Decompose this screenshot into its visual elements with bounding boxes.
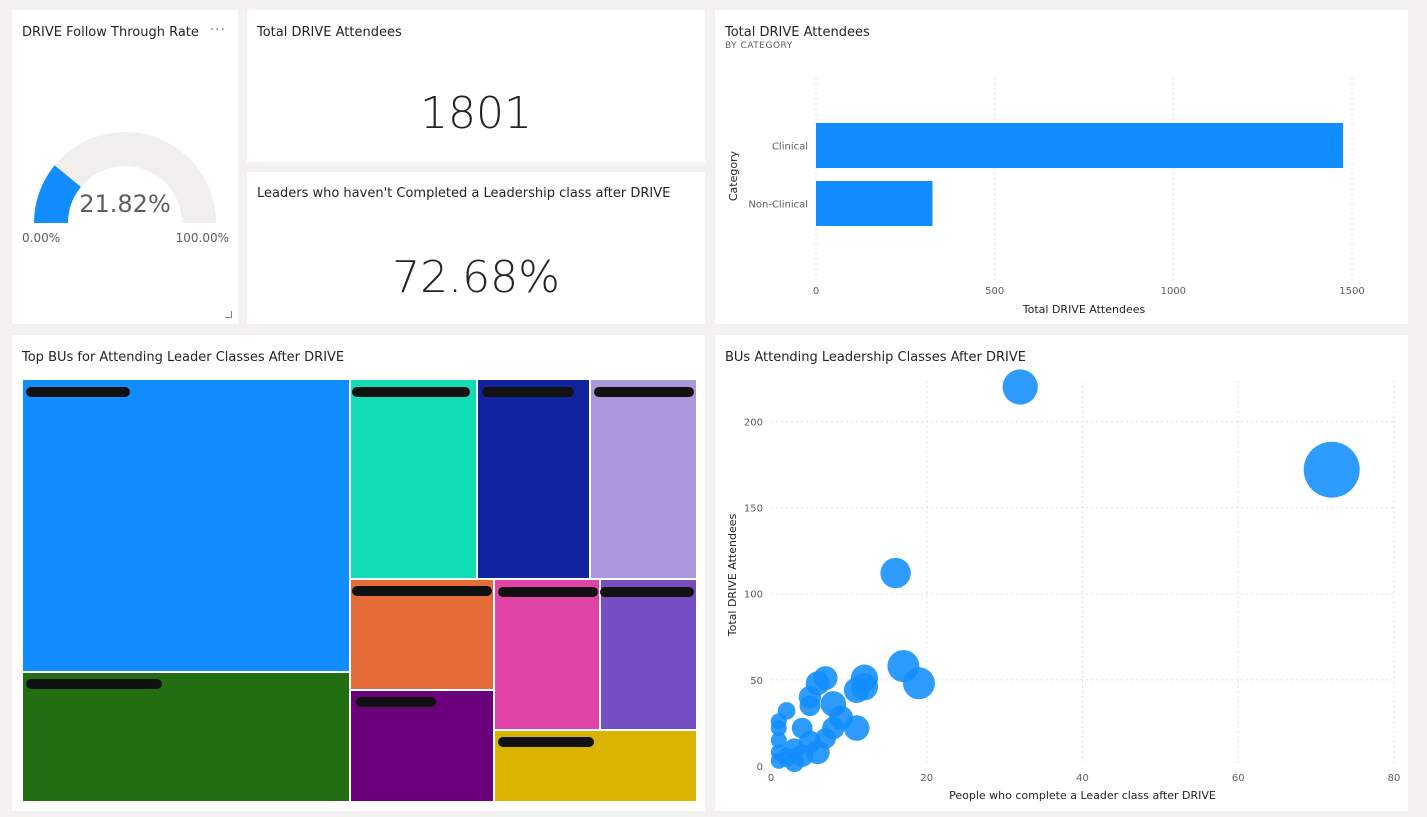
treemap-cell[interactable] xyxy=(22,672,350,802)
redaction-mark xyxy=(26,387,130,397)
treemap-card: Top BUs for Attending Leader Classes Aft… xyxy=(12,335,705,811)
scatter-y-axis-title: Total DRIVE Attendees xyxy=(726,514,739,638)
bar[interactable] xyxy=(816,123,1344,168)
bar-x-tick-label: 1000 xyxy=(1161,286,1186,297)
scatter-x-tick-label: 80 xyxy=(1388,773,1401,784)
scatter-point[interactable] xyxy=(805,740,830,765)
treemap-cell[interactable] xyxy=(477,379,590,579)
kpi-attendees-value: 1801 xyxy=(420,88,532,139)
redaction-mark xyxy=(26,679,162,689)
redaction-mark xyxy=(600,587,694,597)
bar-x-tick-label: 0 xyxy=(813,286,819,297)
bar-y-axis-title: Category xyxy=(727,150,740,201)
scatter-chart: 0 20 40 60 80 0 50 100 150 200 People who complete… xyxy=(726,369,1401,802)
resize-handle-icon[interactable] xyxy=(225,311,232,318)
redaction-mark xyxy=(498,587,598,597)
bar-x-tick-label: 1500 xyxy=(1339,286,1364,297)
scatter-y-tick-label: 100 xyxy=(744,590,763,601)
more-options-icon[interactable]: ··· xyxy=(210,22,226,38)
bar-category-label: Non-Clinical xyxy=(748,200,808,211)
redaction-mark xyxy=(352,387,470,397)
treemap-cell[interactable] xyxy=(494,579,600,730)
category-bar-chart: 0 500 1000 1500 Clinical Non-Clinical Total DR… xyxy=(727,78,1365,316)
scatter-x-tick-label: 40 xyxy=(1076,773,1089,784)
kpi-card-attendees: Total DRIVE Attendees 1801 xyxy=(247,10,705,162)
gauge-card: DRIVE Follow Through Rate ··· 21.82% 0.0… xyxy=(12,10,238,324)
gauge-fill xyxy=(34,165,82,224)
redaction-mark xyxy=(594,387,694,397)
kpi-leaders-value: 72.68% xyxy=(392,252,560,303)
scatter-point[interactable] xyxy=(1002,369,1038,405)
treemap-cell[interactable] xyxy=(600,579,697,730)
scatter-y-tick-label: 0 xyxy=(757,762,763,773)
kpi-leaders-title: Leaders who haven't Completed a Leadersh… xyxy=(257,186,671,201)
gauge-chart: 21.82% 0.00% 100.00% xyxy=(22,132,229,245)
redaction-mark xyxy=(482,387,574,397)
bar[interactable] xyxy=(816,181,933,226)
scatter-x-axis-title: People who complete a Leader class after… xyxy=(949,789,1216,802)
scatter-point[interactable] xyxy=(799,695,821,717)
gauge-title: DRIVE Follow Through Rate xyxy=(22,25,199,40)
bar-x-axis-title: Total DRIVE Attendees xyxy=(1022,303,1146,316)
scatter-x-tick-label: 20 xyxy=(920,773,933,784)
treemap xyxy=(22,379,697,802)
redaction-mark xyxy=(356,697,436,707)
scatter-point[interactable] xyxy=(880,557,911,589)
gauge-max-label: 100.00% xyxy=(176,231,229,245)
scatter-point[interactable] xyxy=(784,752,804,773)
scatter-x-tick-label: 60 xyxy=(1232,773,1245,784)
scatter-point[interactable] xyxy=(843,677,870,703)
scatter-x-tick-label: 0 xyxy=(768,773,774,784)
scatter-y-tick-label: 50 xyxy=(750,676,763,687)
category-bar-chart-card: Total DRIVE Attendees BY CATEGORY 0 500 10… xyxy=(715,10,1408,324)
redaction-mark xyxy=(498,737,594,747)
scatter-y-tick-label: 150 xyxy=(744,504,763,515)
gauge-value: 21.82% xyxy=(79,190,171,218)
gauge-min-label: 0.00% xyxy=(22,231,60,245)
treemap-cell[interactable] xyxy=(22,379,350,672)
kpi-attendees-title: Total DRIVE Attendees xyxy=(257,25,402,40)
redaction-mark xyxy=(352,586,492,596)
scatter-chart-card: BUs Attending Leadership Classes After D… xyxy=(715,335,1408,811)
scatter-point[interactable] xyxy=(902,667,935,700)
treemap-cell[interactable] xyxy=(590,379,697,579)
treemap-cell[interactable] xyxy=(350,379,477,579)
treemap-title: Top BUs for Attending Leader Classes Aft… xyxy=(22,350,345,365)
bar-x-tick-label: 500 xyxy=(985,286,1004,297)
bar-category-label: Clinical xyxy=(772,142,808,153)
kpi-card-leaders: Leaders who haven't Completed a Leadersh… xyxy=(247,172,705,324)
scatter-point[interactable] xyxy=(1303,441,1360,498)
scatter-y-tick-label: 200 xyxy=(744,417,763,428)
